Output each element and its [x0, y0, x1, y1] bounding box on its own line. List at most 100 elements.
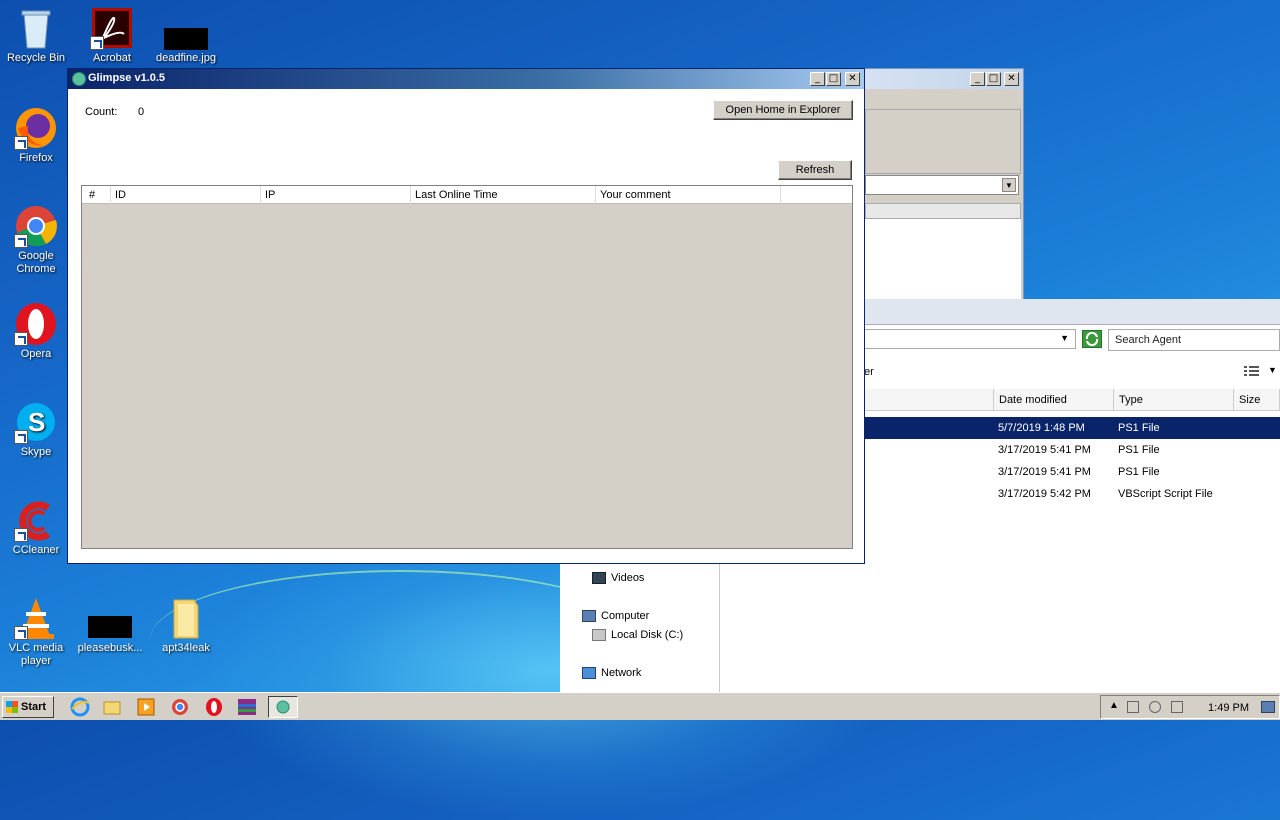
chevron-up-icon[interactable]: ▲ — [1109, 700, 1119, 711]
column-header-comment[interactable]: Your comment — [600, 189, 671, 201]
nav-item-network[interactable]: Network — [582, 667, 642, 680]
chevron-down-icon[interactable]: ▼ — [1060, 333, 1069, 343]
background-window-combobox[interactable]: ▼ — [865, 175, 1019, 195]
close-button[interactable]: ✕ — [1004, 72, 1019, 86]
file-row[interactable]: 3/17/2019 5:41 PM PS1 File — [864, 439, 1280, 461]
desktop-icon-ccleaner[interactable]: CCleaner — [0, 498, 72, 557]
maximize-button[interactable]: □ — [986, 72, 1001, 86]
svg-text:S: S — [28, 407, 45, 437]
desktop-icon-label: Acrobat — [93, 52, 131, 64]
nav-item-videos[interactable]: Videos — [592, 572, 645, 585]
shortcut-arrow-icon — [14, 626, 28, 640]
file-row[interactable]: 3/17/2019 5:42 PM VBScript Script File — [864, 483, 1280, 505]
opera-icon[interactable] — [204, 697, 226, 717]
refresh-button[interactable]: Refresh — [778, 160, 852, 180]
show-desktop-icon[interactable] — [1261, 701, 1275, 713]
column-separator — [595, 186, 596, 204]
winrar-icon[interactable] — [236, 697, 258, 717]
background-window-titlebar[interactable]: _ □ ✕ — [865, 69, 1023, 89]
file-date: 3/17/2019 5:42 PM — [998, 488, 1091, 500]
desktop-icon-label: Firefox — [19, 152, 53, 164]
desktop-icon-vlc[interactable]: VLC media player — [0, 596, 72, 668]
explorer-titlebar[interactable] — [864, 299, 1280, 325]
agents-list[interactable]: # ID IP Last Online Time Your comment — [81, 185, 853, 549]
column-header-date[interactable]: Date modified — [994, 389, 1114, 411]
desktop-icon-label: Recycle Bin — [6, 52, 66, 64]
maximize-button[interactable]: □ — [826, 72, 841, 86]
desktop-icon-label: apt34leak — [162, 642, 210, 654]
column-header-ip[interactable]: IP — [265, 189, 275, 201]
computer-icon — [582, 610, 596, 623]
shortcut-arrow-icon — [14, 332, 28, 346]
windows-logo-icon — [6, 701, 18, 713]
desktop-icon-label: Skype — [20, 446, 52, 458]
network-icon — [582, 667, 596, 680]
recycle-bin-icon — [14, 6, 58, 50]
nav-item-label: Local Disk (C:) — [611, 629, 684, 641]
open-home-button[interactable]: Open Home in Explorer — [713, 100, 853, 120]
desktop-icon-pleasebusk[interactable]: pleasebusk... — [74, 596, 146, 655]
nav-item-label: Network — [601, 667, 642, 679]
minimize-button[interactable]: _ — [810, 72, 825, 86]
column-separator — [780, 186, 781, 204]
folder-icon — [164, 596, 208, 640]
desktop-icon-chrome[interactable]: Google Chrome — [0, 204, 72, 276]
column-header-last-online[interactable]: Last Online Time — [415, 189, 498, 201]
glimpse-app-icon — [72, 72, 86, 86]
background-window[interactable]: _ □ ✕ ▼ — [864, 68, 1024, 300]
ccleaner-icon — [14, 498, 58, 542]
file-type: PS1 File — [1118, 422, 1160, 434]
desktop-icon-label: CCleaner — [12, 544, 60, 556]
file-row[interactable]: 5/7/2019 1:48 PM PS1 File — [864, 417, 1280, 439]
glimpse-titlebar[interactable]: Glimpse v1.0.5 _ □ ✕ — [68, 69, 864, 89]
refresh-arrows-icon[interactable] — [1082, 330, 1102, 348]
toolbar-partial-label[interactable]: er — [864, 366, 874, 378]
search-input[interactable]: Search Agent — [1108, 329, 1280, 351]
chrome-icon[interactable] — [170, 697, 192, 717]
column-header-size[interactable]: Size — [1234, 389, 1280, 411]
glimpse-window[interactable]: Glimpse v1.0.5 _ □ ✕ Count: 0 Open Home … — [67, 68, 865, 564]
chrome-icon — [14, 204, 58, 248]
media-player-icon[interactable] — [136, 697, 158, 717]
close-button[interactable]: ✕ — [845, 72, 860, 86]
desktop-icon-firefox[interactable]: Firefox — [0, 106, 72, 165]
address-bar[interactable]: ▼ — [864, 329, 1076, 349]
explorer-content-filler — [720, 564, 864, 692]
nav-item-local-disk[interactable]: Local Disk (C:) — [592, 629, 684, 642]
column-separator — [110, 186, 111, 204]
view-options-icon[interactable] — [1244, 365, 1260, 377]
file-row[interactable]: 3/17/2019 5:41 PM PS1 File — [864, 461, 1280, 483]
desktop-icon-opera[interactable]: Opera — [0, 302, 72, 361]
start-button[interactable]: Start — [2, 696, 54, 718]
internet-explorer-icon[interactable] — [70, 697, 92, 717]
desktop-icon-apt34leak[interactable]: apt34leak — [150, 596, 222, 655]
desktop-icon-label: deadfine.jpg — [156, 52, 216, 64]
desktop-icon-label: pleasebusk... — [77, 642, 143, 654]
file-type: PS1 File — [1118, 466, 1160, 478]
desktop-icon-acrobat[interactable]: Acrobat — [76, 6, 148, 65]
chevron-down-icon[interactable]: ▼ — [1002, 178, 1016, 192]
folder-icon[interactable] — [102, 697, 124, 717]
desktop-icon-recycle-bin[interactable]: Recycle Bin — [0, 6, 72, 65]
action-center-flag-icon[interactable] — [1171, 701, 1183, 713]
nav-item-computer[interactable]: Computer — [582, 610, 649, 623]
volume-icon[interactable] — [1149, 701, 1161, 713]
column-header-name[interactable] — [864, 389, 994, 411]
anyrun-watermark: ANY RUN — [1038, 612, 1280, 666]
clock[interactable]: 1:49 PM — [1208, 702, 1249, 714]
network-status-icon[interactable] — [1127, 701, 1139, 713]
nav-item-label: Videos — [611, 572, 645, 584]
shortcut-arrow-icon — [14, 136, 28, 150]
chevron-down-icon[interactable]: ▼ — [1268, 365, 1277, 375]
minimize-button[interactable]: _ — [970, 72, 985, 86]
glimpse-client-area: Count: 0 Open Home in Explorer Refresh #… — [68, 89, 864, 563]
desktop-icon-deadfine[interactable]: deadfine.jpg — [150, 6, 222, 65]
column-header-id[interactable]: ID — [115, 189, 126, 201]
desktop-icon-skype[interactable]: S Skype — [0, 400, 72, 459]
taskbar-glimpse-button[interactable] — [268, 696, 298, 718]
background-window-list — [865, 219, 1021, 299]
opera-icon — [14, 302, 58, 346]
file-icon — [88, 596, 134, 640]
column-header-number[interactable]: # — [89, 189, 95, 201]
column-header-type[interactable]: Type — [1114, 389, 1234, 411]
